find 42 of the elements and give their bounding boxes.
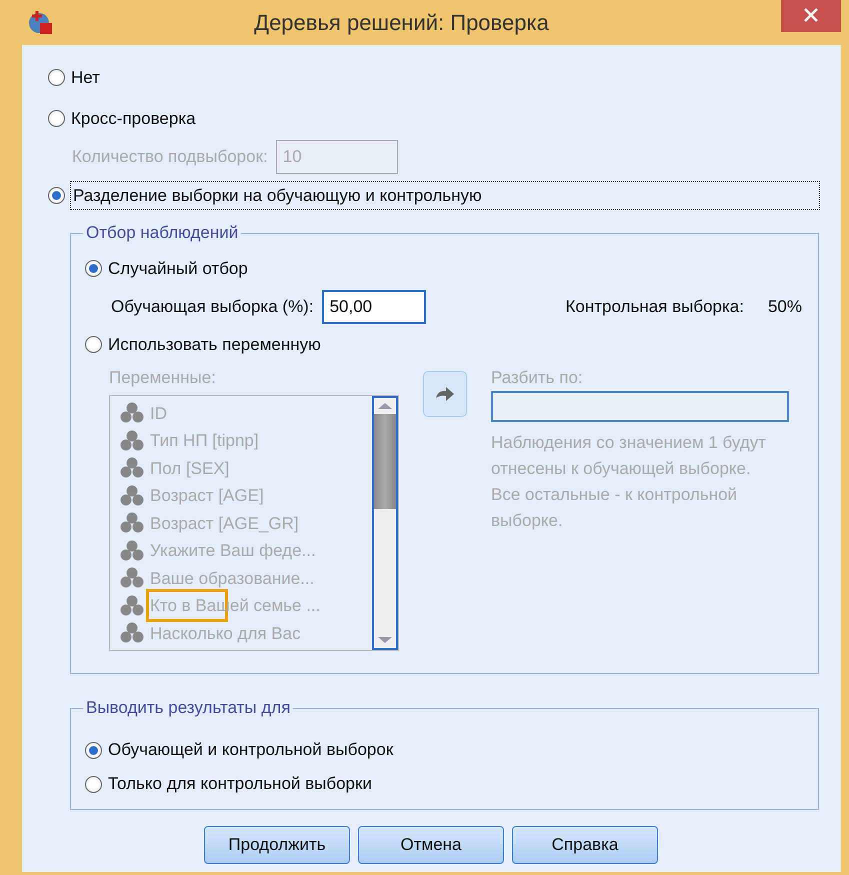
radio-button[interactable] — [85, 742, 102, 758]
radio-label[interactable]: Случайный отбор — [108, 256, 248, 282]
move-button[interactable] — [423, 371, 467, 417]
variable-icon — [120, 430, 144, 452]
variable-icon — [120, 512, 144, 534]
radio-label[interactable]: Кросс-проверка — [71, 106, 196, 132]
radio-button[interactable] — [85, 336, 102, 353]
close-icon — [803, 7, 819, 24]
percent-field[interactable]: 50,00 — [322, 290, 426, 324]
variable-icon — [120, 622, 144, 644]
radio-label[interactable]: Обучающей и контрольной выборок — [108, 737, 394, 763]
radio-label[interactable]: Только для контрольной выборки — [108, 771, 372, 797]
list-label: Переменные: — [109, 367, 217, 389]
app-icon — [28, 10, 54, 36]
percent-value: 50% — [768, 296, 802, 318]
field-label: Количество подвыборок: — [72, 146, 268, 168]
close-button[interactable] — [781, 0, 841, 32]
variable-icon — [120, 402, 144, 424]
note-text: Наблюдения со значением 1 будут отнесены к обучающей выборке. Все остальные - к контрольной выборке. — [491, 432, 768, 532]
dialog-button[interactable]: Отмена — [358, 826, 504, 864]
radio-button[interactable] — [48, 68, 65, 86]
radio-button[interactable] — [48, 110, 65, 128]
variable-icon — [120, 567, 144, 590]
radio-button[interactable] — [48, 186, 65, 204]
field-label: Контрольная выборка: — [565, 296, 744, 318]
dialog-button[interactable]: Справка — [512, 826, 658, 864]
variable-icon — [120, 457, 144, 480]
field-label: Разбить по: — [491, 367, 584, 389]
scrollbar[interactable] — [372, 396, 398, 650]
window-title: Деревья решений: Проверка — [254, 8, 549, 37]
radio-label[interactable]: Нет — [71, 64, 100, 90]
radio-button[interactable] — [85, 776, 102, 792]
variable-icon — [120, 594, 144, 617]
arrow-right-icon — [435, 386, 455, 402]
field-label: Обучающая выборка (%): — [111, 296, 314, 318]
radio-label[interactable]: Разделение выборки на обучающую и контрольную — [71, 182, 819, 209]
radio-label[interactable]: Использовать переменную — [108, 332, 321, 357]
variable-icon — [120, 540, 144, 562]
group-title: Отбор наблюдений — [83, 222, 242, 244]
dialog-button[interactable]: Продолжить — [204, 826, 350, 864]
radio-button[interactable] — [85, 260, 102, 278]
variable-icon — [120, 484, 144, 507]
